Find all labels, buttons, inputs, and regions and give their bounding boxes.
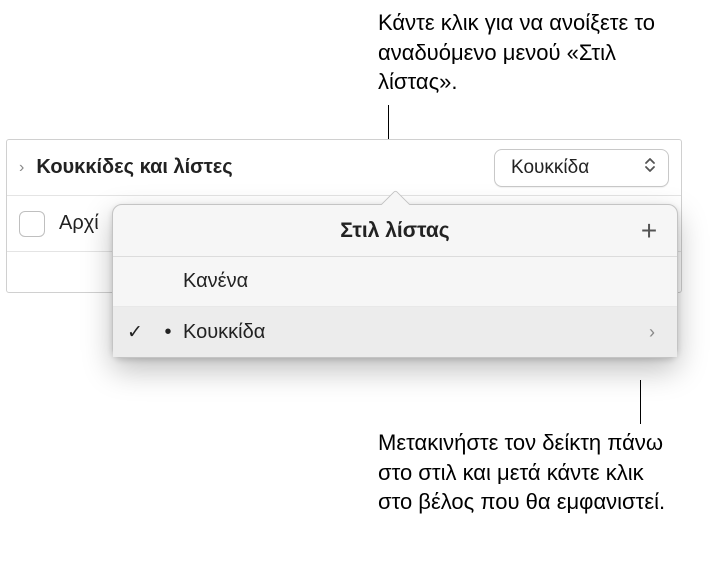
popup-button-value: Κουκκίδα: [511, 157, 589, 179]
disclosure-right-icon[interactable]: ›: [19, 159, 24, 177]
list-item-label: Κανένα: [179, 270, 661, 293]
checkbox[interactable]: [19, 211, 45, 237]
section-label: Κουκκίδες και λίστες: [36, 156, 494, 179]
bullet-preview-icon: •: [157, 321, 179, 344]
arrow-right-icon[interactable]: ›: [643, 320, 661, 345]
bullets-lists-row: › Κουκκίδες και λίστες Κουκκίδα: [7, 140, 681, 196]
list-item-label: Κουκκίδα: [179, 321, 643, 344]
list-item-none[interactable]: ✓ • Κανένα: [113, 257, 677, 307]
checkmark-icon: ✓: [113, 321, 157, 344]
callout-bottom: Μετακινήστε τον δείκτη πάνω στο στιλ και…: [378, 428, 668, 517]
list-style-popup-button[interactable]: Κουκκίδα: [494, 149, 669, 187]
callout-top: Κάντε κλικ για να ανοίξετε το αναδυόμενο…: [378, 8, 658, 97]
list-item-bullet[interactable]: ✓ • Κουκκίδα ›: [113, 307, 677, 357]
truncated-label: Αρχί: [59, 212, 99, 235]
chevron-down-icon: [644, 157, 656, 179]
list-style-popover: Στιλ λίστας + ✓ • Κανένα ✓ • Κουκκίδα ›: [112, 204, 678, 358]
popover-list: ✓ • Κανένα ✓ • Κουκκίδα ›: [113, 257, 677, 357]
popover-header: Στιλ λίστας +: [113, 205, 677, 257]
add-style-button[interactable]: +: [633, 215, 665, 247]
popover-title: Στιλ λίστας: [340, 219, 449, 243]
callout-line-bottom: [640, 380, 641, 424]
